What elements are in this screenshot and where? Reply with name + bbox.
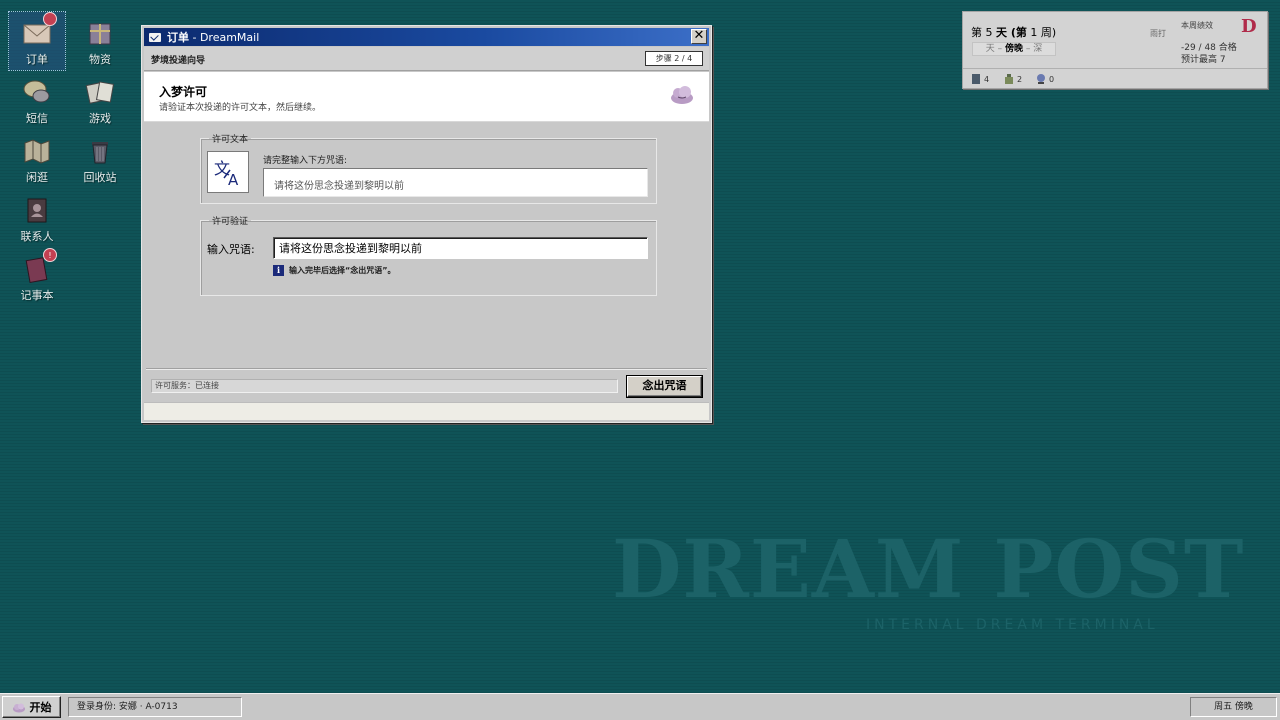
desktop-icon-stroll[interactable]: 闲逛: [9, 130, 65, 188]
license-group-label: 许可文本: [212, 135, 249, 145]
taskbar: 开始 登录身份: 安娜 · A-0713 周五 傍晚: [0, 693, 1280, 720]
window-title: 订单 - DreamMail: [167, 31, 260, 44]
bottle-icon: [1005, 74, 1013, 84]
performance-grade: D: [1241, 16, 1257, 37]
status-widget: 第 5 天 (第 1 周) 天 – 傍晚 – 深 雨打 本周绩效 D -29 /…: [962, 11, 1268, 89]
svg-text:A: A: [228, 171, 239, 189]
address-book-icon: [22, 195, 52, 225]
start-button[interactable]: 开始: [2, 696, 61, 718]
watermark-subtitle: INTERNAL DREAM TERMINAL: [866, 617, 1159, 633]
desktop-icon-games[interactable]: 游戏: [72, 71, 128, 129]
time-of-day-indicator: 天 – 傍晚 – 深: [972, 42, 1056, 56]
translate-icon: 文A: [207, 151, 249, 193]
wizard-header: 入梦许可 请验证本次投递的许可文本，然后继续。: [144, 72, 709, 122]
performance-expected: 预计最高 7: [1181, 55, 1226, 65]
info-icon: i: [273, 265, 284, 276]
cast-spell-button[interactable]: 念出咒语: [626, 375, 703, 398]
cards-icon: [85, 77, 115, 107]
taskbar-clock: 周五 傍晚: [1190, 697, 1277, 717]
desktop-icon-label: 联系人: [20, 230, 54, 243]
license-text-group: 许可文本 文A 请完整输入下方咒语: 请将这份思念投递到黎明以前: [200, 132, 657, 204]
desktop-icon-supplies[interactable]: 物资: [72, 12, 128, 70]
footer-divider: [146, 368, 707, 369]
notepad-badge: !: [43, 248, 57, 262]
window-status-strip: [144, 402, 709, 420]
wizard-bar: 梦境投递向导 步骤 2 / 4: [144, 47, 709, 71]
desktop-icon-label: 短信: [26, 112, 48, 125]
trash-icon: [85, 136, 115, 166]
inventory-books: 4: [972, 74, 989, 84]
box-icon: [85, 18, 115, 48]
inventory-bottles: 2: [1005, 74, 1022, 84]
desktop-icon-orders[interactable]: 订单: [8, 11, 66, 71]
wizard-title: 梦境投递向导: [151, 56, 206, 66]
verify-group-label: 许可验证: [212, 217, 249, 227]
map-icon: [22, 136, 52, 166]
license-prompt: 请完整输入下方咒语:: [263, 156, 348, 166]
inventory-crystals: 0: [1037, 74, 1054, 84]
spell-input[interactable]: [273, 237, 648, 259]
desktop-icon-recycle-bin[interactable]: 回收站: [72, 130, 128, 188]
page-title: 入梦许可: [159, 85, 208, 99]
book-icon: [972, 74, 980, 84]
desktop-icon-sms[interactable]: 短信: [9, 71, 65, 129]
desktop-icon-label: 游戏: [89, 112, 111, 125]
weather-label: 雨打: [1150, 29, 1166, 38]
desktop-icon-notepad[interactable]: ! 记事本: [9, 248, 65, 306]
desktop-icon-label: 物资: [89, 53, 111, 66]
desktop-icon-label: 记事本: [20, 289, 54, 302]
input-hint: i 输入完毕后选择“念出咒语”。: [273, 265, 396, 276]
spell-text-display: 请将这份思念投递到黎明以前: [263, 168, 648, 197]
desktop-icon-label: 订单: [26, 53, 48, 66]
dreammail-window: 订单 - DreamMail ✕ 梦境投递向导 步骤 2 / 4 入梦许可 请验…: [141, 25, 712, 423]
spell-input-label: 输入咒语:: [207, 243, 255, 256]
watermark-title: DREAM POST: [612, 522, 1245, 616]
notebook-icon: !: [22, 248, 57, 284]
desktop-icon-label: 闲逛: [26, 171, 48, 184]
license-verify-group: 许可验证 输入咒语: i 输入完毕后选择“念出咒语”。: [200, 214, 657, 296]
chat-bubble-icon: [22, 77, 52, 107]
orders-badge: [43, 12, 57, 26]
close-button[interactable]: ✕: [691, 29, 707, 44]
login-identity: 登录身份: 安娜 · A-0713: [68, 697, 242, 717]
day-indicator: 第 5 天 (第 1 周): [971, 26, 1057, 39]
service-status: 许可服务：已连接: [151, 379, 618, 393]
page-subtitle: 请验证本次投递的许可文本，然后继续。: [159, 103, 322, 113]
start-label: 开始: [29, 701, 52, 714]
crystal-ball-icon: [1037, 74, 1045, 84]
dream-cloud-icon: [669, 84, 695, 106]
desktop-icon-label: 回收站: [83, 171, 117, 184]
desktop-icon-contacts[interactable]: 联系人: [9, 189, 65, 247]
cloud-icon: [12, 702, 26, 713]
step-indicator: 步骤 2 / 4: [645, 51, 703, 66]
status-divider: [963, 68, 1267, 69]
envelope-icon: [22, 12, 57, 48]
performance-label: 本周绩效: [1181, 21, 1213, 30]
window-titlebar[interactable]: 订单 - DreamMail ✕: [144, 28, 709, 46]
mail-icon: [149, 32, 161, 42]
